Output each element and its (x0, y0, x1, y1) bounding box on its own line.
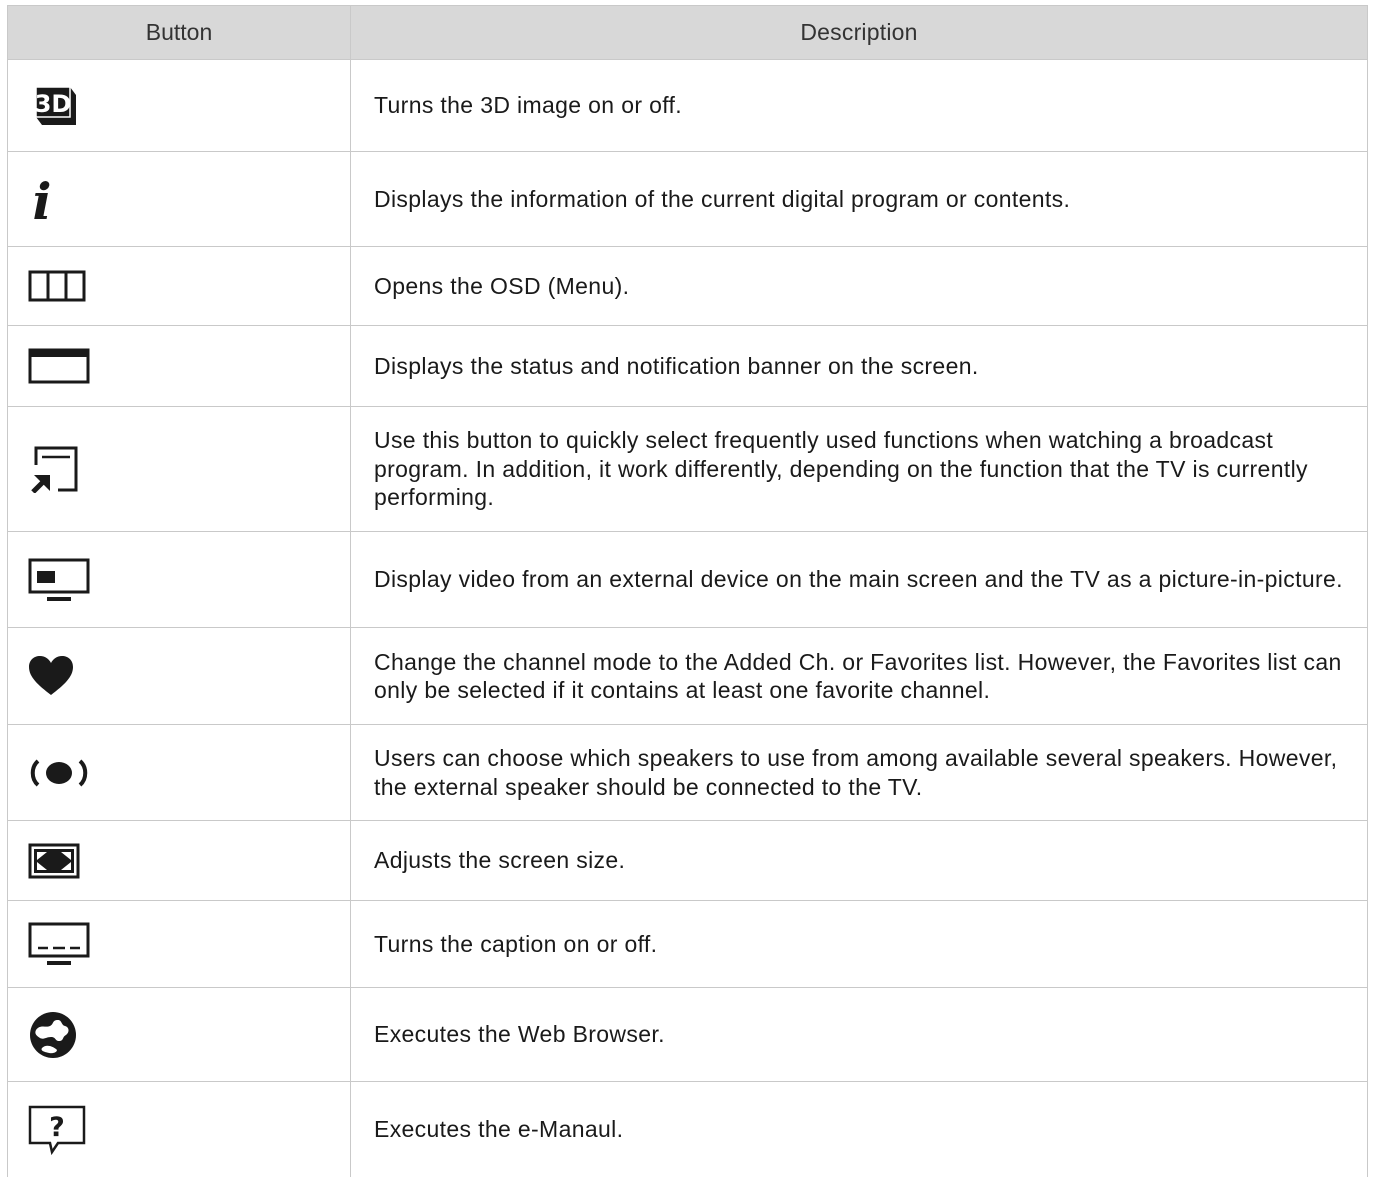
description-cell: Turns the caption on or off. (351, 901, 1368, 987)
description-cell: Displays the information of the current … (351, 152, 1368, 246)
description-cell: Displays the status and notification ban… (351, 326, 1368, 406)
table-row: Change the channel mode to the Added Ch.… (7, 628, 1368, 725)
menu-icon (28, 270, 86, 302)
button-cell (7, 247, 351, 325)
header-button: Button (7, 6, 351, 59)
description-cell: Executes the e-Manaul. (351, 1082, 1368, 1177)
description-cell: Users can choose which speakers to use f… (351, 725, 1368, 820)
table-header-row: Button Description (7, 5, 1368, 60)
table-row: Adjusts the screen size. (7, 821, 1368, 901)
table-row: Displays the status and notification ban… (7, 326, 1368, 407)
e-manual-icon: ? (28, 1105, 88, 1155)
table-row: Users can choose which speakers to use f… (7, 725, 1368, 821)
table-row: ? Executes the e-Manaul. (7, 1082, 1368, 1177)
button-cell (7, 988, 351, 1081)
heart-icon (28, 655, 74, 697)
header-description: Description (351, 6, 1368, 59)
description-cell: Turns the 3D image on or off. (351, 60, 1368, 151)
table-row: Opens the OSD (Menu). (7, 247, 1368, 326)
table-row: Executes the Web Browser. (7, 988, 1368, 1082)
svg-text:i: i (33, 173, 52, 225)
tools-shortcut-icon (28, 445, 78, 493)
info-icon: i (28, 173, 58, 225)
button-cell (7, 326, 351, 406)
button-cell (7, 407, 351, 531)
button-cell (7, 725, 351, 820)
description-cell: Change the channel mode to the Added Ch.… (351, 628, 1368, 724)
speaker-icon (28, 758, 90, 787)
button-table: Button Description 3D Turns the 3D image… (7, 5, 1368, 1177)
svg-text:?: ? (49, 1112, 65, 1143)
description-cell: Opens the OSD (Menu). (351, 247, 1368, 325)
table-row: 3D Turns the 3D image on or off. (7, 60, 1368, 152)
description-cell: Adjusts the screen size. (351, 821, 1368, 900)
status-banner-icon (28, 348, 90, 384)
table-row: Display video from an external device on… (7, 532, 1368, 628)
button-cell (7, 532, 351, 627)
button-cell (7, 628, 351, 724)
3d-icon: 3D (28, 83, 80, 129)
table-row: Use this button to quickly select freque… (7, 407, 1368, 532)
button-cell: i (7, 152, 351, 246)
button-cell (7, 821, 351, 900)
caption-icon (28, 922, 90, 966)
picture-size-icon (28, 843, 80, 879)
button-cell (7, 901, 351, 987)
svg-text:3D: 3D (35, 90, 72, 118)
pip-icon (28, 558, 90, 602)
table-row: i Displays the information of the curren… (7, 152, 1368, 247)
table-row: Turns the caption on or off. (7, 901, 1368, 988)
web-browser-icon (28, 1010, 78, 1060)
description-cell: Executes the Web Browser. (351, 988, 1368, 1081)
description-cell: Display video from an external device on… (351, 532, 1368, 627)
button-cell: 3D (7, 60, 351, 151)
description-cell: Use this button to quickly select freque… (351, 407, 1368, 531)
button-cell: ? (7, 1082, 351, 1177)
